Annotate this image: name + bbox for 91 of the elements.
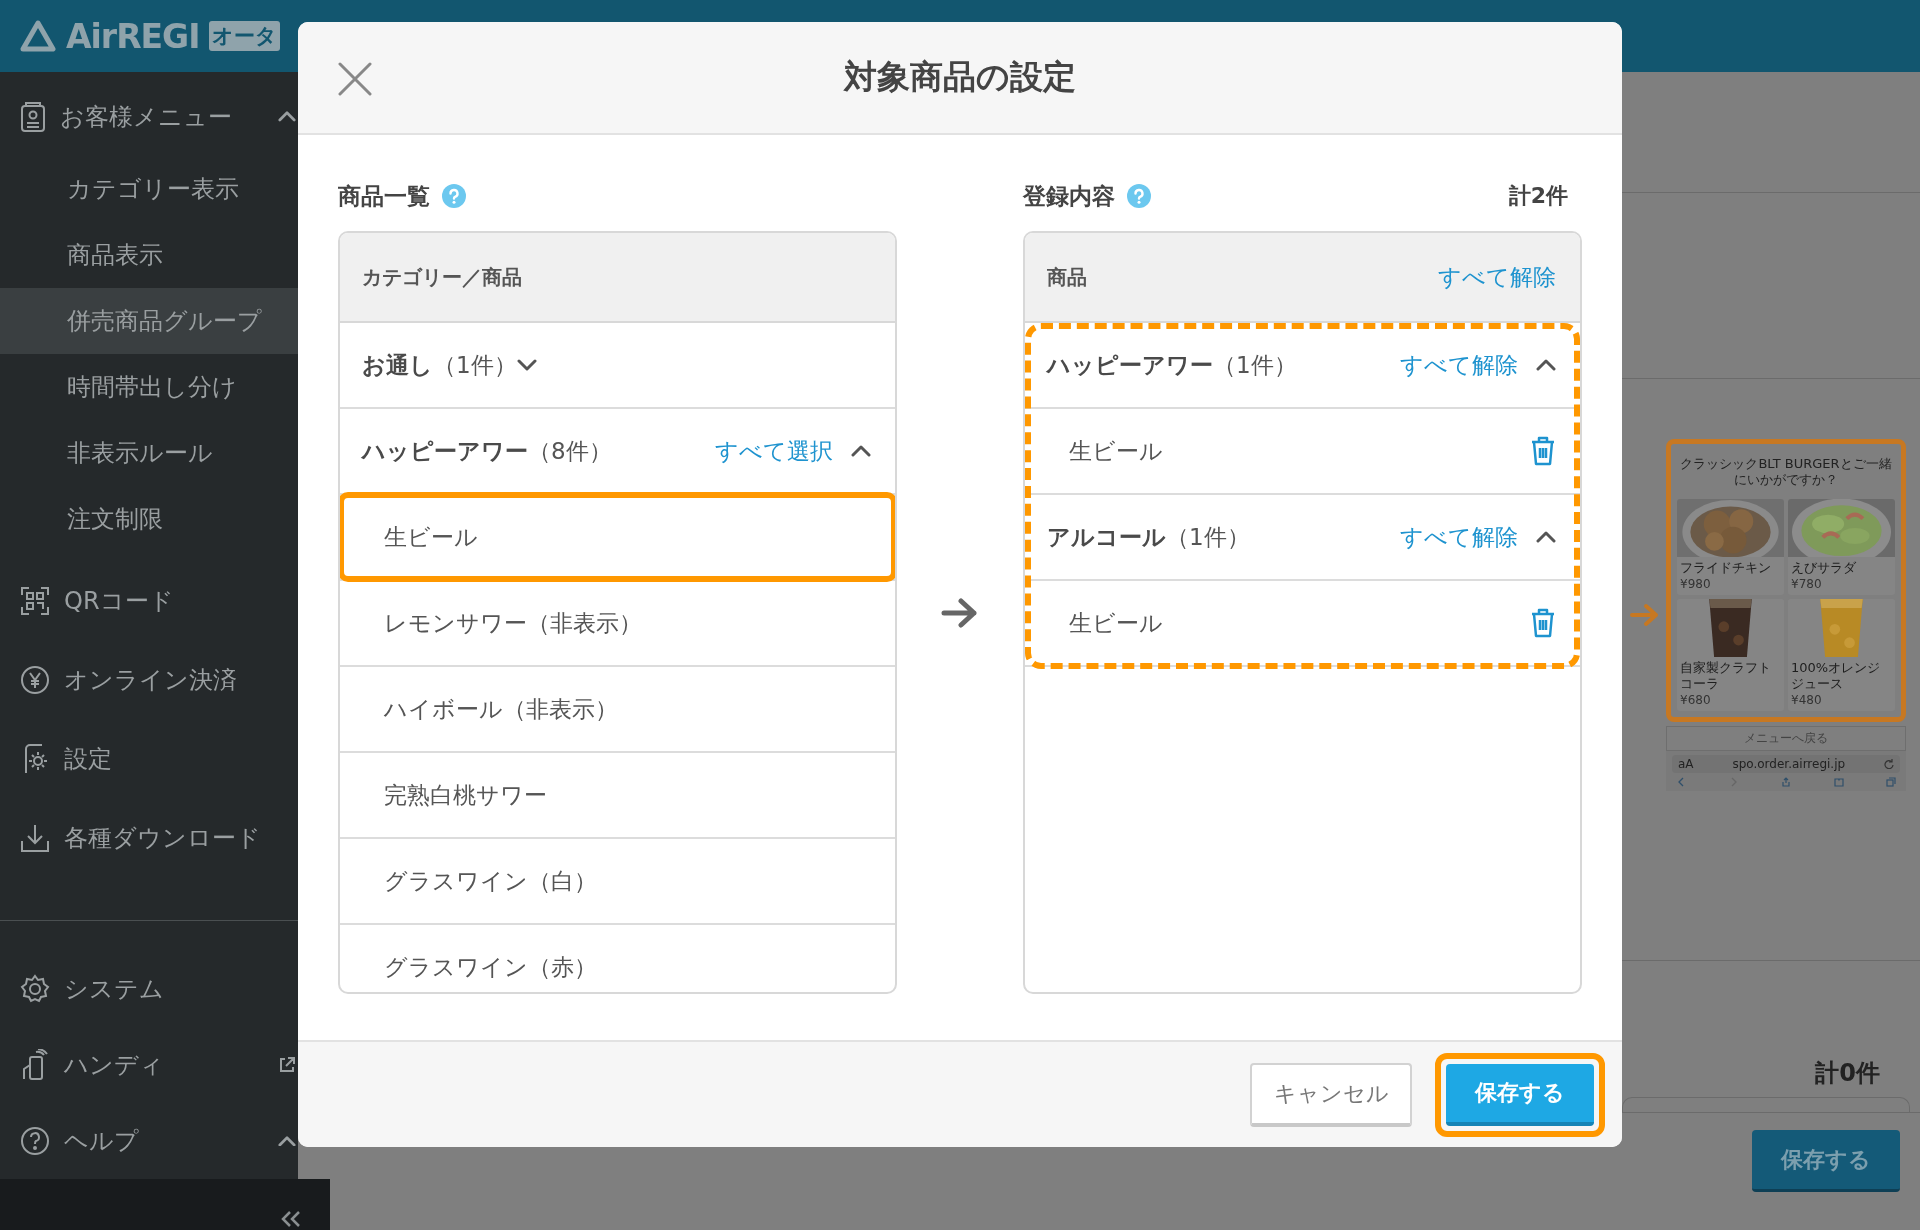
sidebar-label: 各種ダウンロード — [64, 822, 261, 854]
chevron-up-icon[interactable] — [278, 1135, 296, 1147]
total-count: 計0件 — [1815, 1058, 1880, 1089]
product-price: ¥680 — [1679, 692, 1712, 710]
settings-icon — [20, 974, 50, 1004]
sidebar-label: 設定 — [64, 743, 112, 775]
logo-triangle-icon — [20, 20, 56, 52]
external-link-icon — [278, 1056, 296, 1074]
product-name: 100%オレンジジュース — [1790, 659, 1882, 692]
product-item[interactable]: 生ビール — [340, 495, 895, 581]
chevron-up-icon[interactable] — [278, 111, 296, 122]
category-name: ハッピーアワー（8件） — [362, 436, 612, 466]
sidebar-item[interactable]: お客様メニュー — [0, 77, 298, 156]
chevron-down-icon[interactable] — [516, 359, 537, 371]
product-item[interactable]: グラスワイン（赤） — [340, 925, 895, 992]
yen-coin-icon — [20, 664, 50, 695]
input-field[interactable] — [1622, 1097, 1910, 1112]
help-icon[interactable] — [1127, 184, 1151, 208]
sidebar-label: ヘルプ — [64, 1126, 139, 1157]
help-icon — [20, 1126, 50, 1156]
address-text: spo.order.airregi.jp — [1731, 757, 1847, 772]
sidebar-item[interactable]: 商品表示 — [0, 222, 298, 288]
product-name: 自家製クラフトコーラ — [1679, 659, 1772, 692]
sidebar-label: お客様メニュー — [60, 101, 232, 133]
delete-button[interactable] — [1530, 435, 1556, 467]
clear-all-link[interactable]: すべて解除 — [1438, 261, 1556, 293]
sidebar-item[interactable]: オンライン決済 — [0, 640, 298, 719]
clear-all-link[interactable]: すべて解除 — [1400, 349, 1518, 381]
back-icon[interactable] — [1676, 777, 1686, 788]
product-name: 生ビール — [1069, 608, 1163, 638]
sidebar-label: QRコード — [64, 585, 174, 617]
product-item[interactable]: レモンサワー（非表示） — [340, 581, 895, 667]
category-name: ハッピーアワー（1件） — [1047, 350, 1297, 380]
total-count: 計2件 — [1508, 182, 1568, 210]
logo-text: AirREGI — [66, 16, 200, 56]
trash-icon — [1530, 607, 1556, 639]
trash-icon — [1530, 435, 1556, 467]
sidebar-label: ハンディ — [64, 1050, 164, 1081]
text-size-button[interactable]: aA — [1678, 757, 1694, 772]
close-button[interactable] — [338, 62, 372, 96]
select-all-link[interactable]: すべて選択 — [715, 435, 833, 467]
sidebar-item[interactable]: 非表示ルール — [0, 420, 298, 486]
arrow-right-icon — [1630, 603, 1660, 628]
product-price: ¥480 — [1790, 692, 1823, 710]
arrow-right-icon — [941, 597, 979, 628]
close-icon — [338, 62, 372, 96]
panel-label: 商品一覧 — [338, 181, 430, 211]
tabs-icon[interactable] — [1886, 777, 1896, 788]
sidebar-item[interactable]: 注文制限 — [0, 486, 298, 552]
handheld-device-icon — [20, 1049, 50, 1081]
share-icon[interactable] — [1781, 777, 1791, 788]
chevron-up-icon[interactable] — [1536, 531, 1556, 543]
product-name: えびサラダ — [1790, 558, 1857, 576]
qr-code-icon — [20, 585, 50, 616]
sidebar-item[interactable]: 時間帯出し分け — [0, 354, 298, 420]
sidebar-label: オンライン決済 — [64, 664, 237, 696]
product-price: ¥980 — [1679, 576, 1712, 594]
sidebar-label: システム — [64, 974, 164, 1005]
sidebar-item[interactable]: 設定 — [0, 719, 298, 798]
sidebar-item[interactable]: システム — [0, 951, 298, 1027]
sidebar-item[interactable]: ハンディ — [0, 1027, 298, 1103]
id-card-icon — [20, 100, 46, 133]
delete-button[interactable] — [1530, 607, 1556, 639]
panel-label: 登録内容 — [1023, 181, 1115, 211]
sidebar-item[interactable]: カテゴリー表示 — [0, 156, 298, 222]
product-item[interactable]: ハイボール（非表示） — [340, 667, 895, 753]
book-icon[interactable] — [1833, 777, 1844, 788]
sidebar-item[interactable]: 併売商品グループ — [0, 288, 298, 354]
preview-title: クラッシックBLT BURGERとご一緒にいかがですか？ — [1679, 455, 1893, 490]
column-header: カテゴリー／商品 — [362, 263, 522, 291]
download-icon — [20, 822, 50, 853]
dialog-title: 対象商品の設定 — [844, 56, 1076, 98]
help-icon[interactable] — [442, 184, 466, 208]
product-item[interactable]: 完熟白桃サワー — [340, 753, 895, 839]
chevron-up-icon[interactable] — [1536, 359, 1556, 371]
collapse-icon[interactable] — [280, 1210, 302, 1228]
product-name: 生ビール — [1069, 436, 1163, 466]
category-name: アルコール（1件） — [1047, 522, 1250, 552]
cancel-button[interactable]: キャンセル — [1250, 1062, 1412, 1127]
logo-badge: オータ — [209, 21, 281, 51]
category-name: お通し（1件） — [362, 350, 517, 380]
reload-icon[interactable] — [1884, 759, 1894, 770]
sidebar-item[interactable]: ヘルプ — [0, 1103, 298, 1179]
product-item[interactable]: グラスワイン（白） — [340, 839, 895, 925]
sidebar-item[interactable]: QRコード — [0, 561, 298, 640]
product-price: ¥780 — [1790, 576, 1823, 594]
chevron-up-icon[interactable] — [851, 445, 871, 457]
clear-all-link[interactable]: すべて解除 — [1400, 521, 1518, 553]
column-header: 商品 — [1047, 263, 1087, 291]
sidebar-item[interactable]: 各種ダウンロード — [0, 798, 298, 877]
product-name: フライドチキン — [1679, 558, 1772, 576]
